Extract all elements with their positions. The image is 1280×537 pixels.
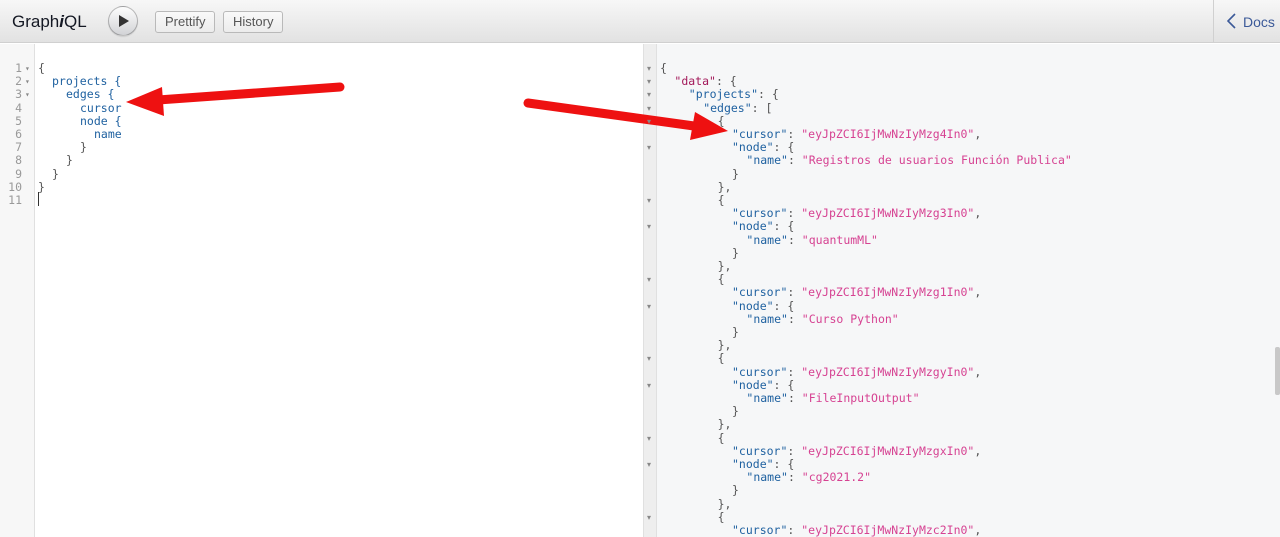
annotation-arrows <box>126 82 728 140</box>
red-arrow-right <box>523 98 728 140</box>
red-arrow-left <box>126 82 345 116</box>
